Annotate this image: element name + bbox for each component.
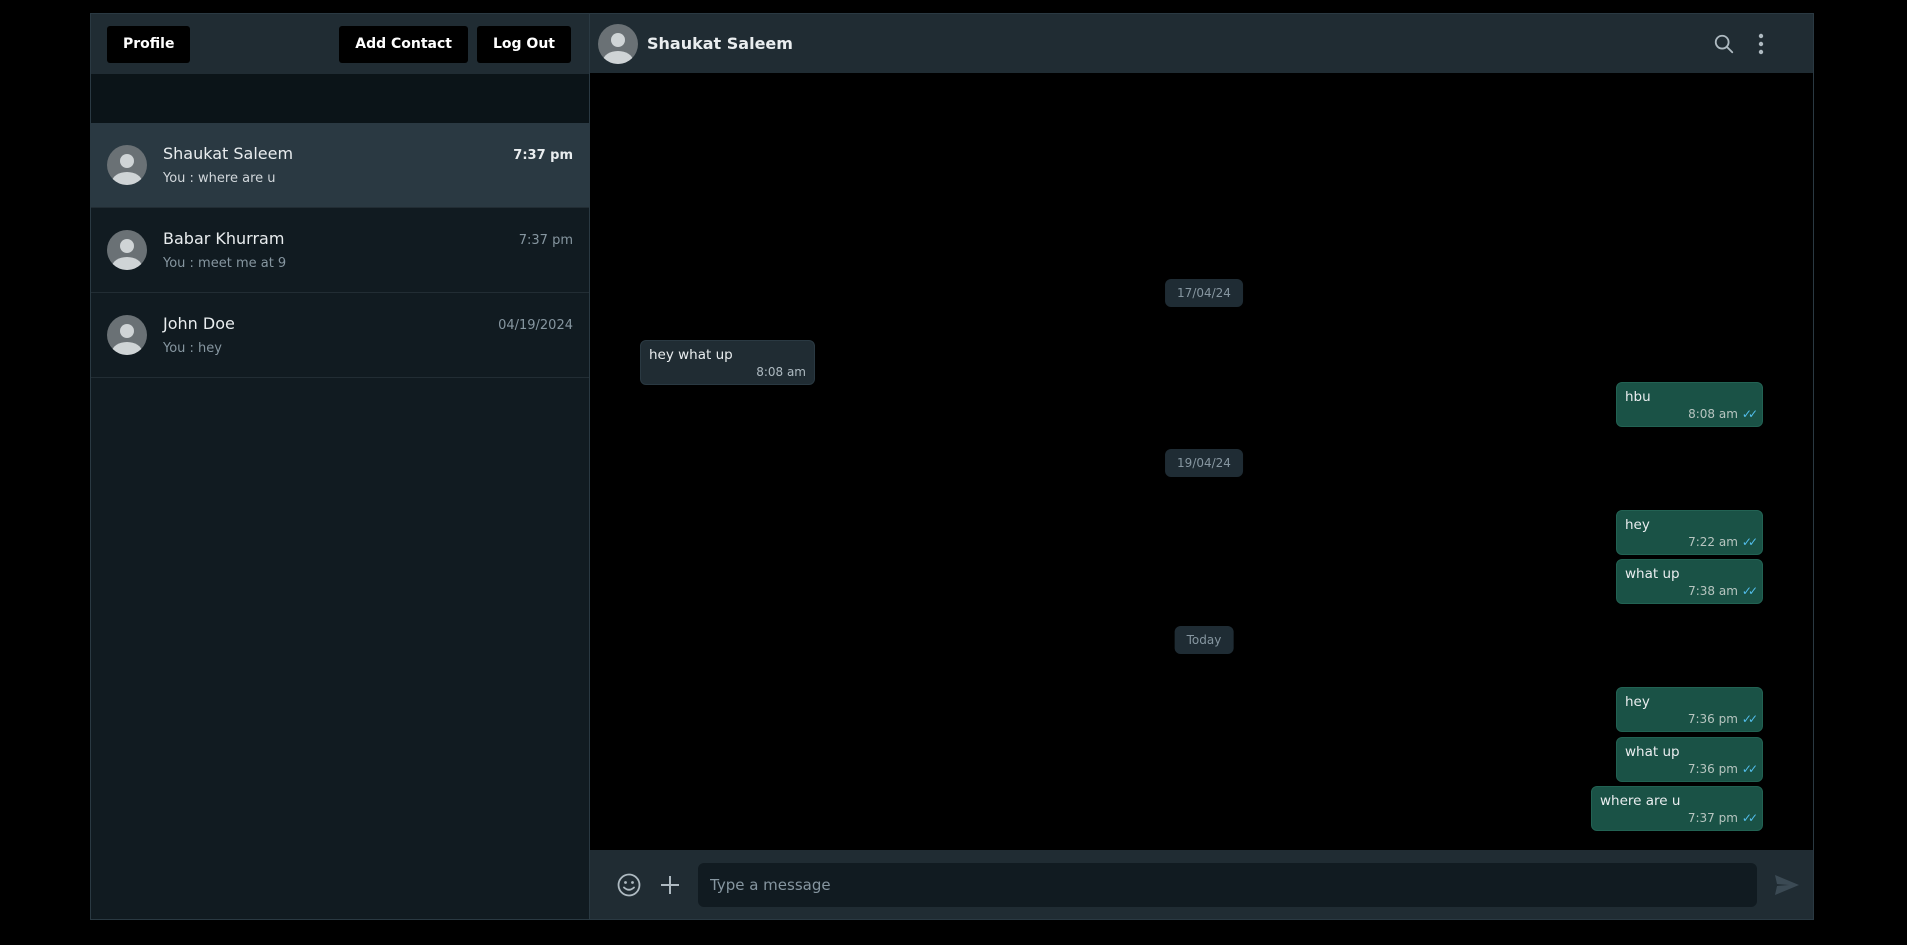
emoji-icon[interactable]: [616, 872, 642, 898]
contact-time: 7:37 pm: [513, 148, 573, 163]
sidebar-header: Profile Add Contact Log Out: [91, 14, 589, 74]
message-area: 17/04/24 hey what up 8:08 am hbu 8:08 am…: [590, 73, 1813, 850]
message-time: 7:36 pm: [1687, 712, 1738, 726]
message-time: 7:38 am: [1688, 584, 1738, 598]
contact-preview: You : hey: [163, 341, 222, 356]
contact-name: Babar Khurram: [163, 229, 285, 248]
double-check-icon: ✓✓: [1741, 811, 1758, 825]
message-time: 8:08 am: [756, 365, 806, 379]
profile-button[interactable]: Profile: [107, 25, 191, 63]
message-text: hey: [1625, 517, 1650, 533]
message-text: what up: [1625, 566, 1680, 582]
message-text: hey: [1625, 694, 1650, 710]
sidebar-search-bar: [91, 74, 589, 123]
message-outgoing: what up 7:38 am ✓✓: [1616, 559, 1763, 604]
contact-preview: You : meet me at 9: [163, 256, 287, 271]
avatar[interactable]: [598, 23, 638, 64]
message-text: what up: [1625, 744, 1680, 760]
avatar: [107, 145, 147, 185]
contact-list: Shaukat Saleem 7:37 pm You : where are u…: [91, 123, 589, 919]
date-separator: 19/04/24: [1165, 449, 1243, 477]
message-outgoing: hbu 8:08 am ✓✓: [1616, 382, 1763, 427]
chat-panel: Shaukat Saleem 17/04/24 hey what up 8:08…: [590, 14, 1813, 919]
message-time: 8:08 am: [1688, 407, 1738, 421]
date-separator: Today: [1174, 626, 1234, 654]
logout-button[interactable]: Log Out: [477, 25, 571, 63]
date-separator: 17/04/24: [1165, 279, 1243, 307]
contact-item[interactable]: John Doe 04/19/2024 You : hey: [91, 293, 589, 378]
chat-app: Profile Add Contact Log Out Shaukat Sale…: [90, 13, 1814, 920]
double-check-icon: ✓✓: [1741, 712, 1758, 726]
contact-time: 7:37 pm: [518, 233, 573, 248]
message-outgoing: hey 7:36 pm ✓✓: [1616, 687, 1763, 732]
sidebar: Profile Add Contact Log Out Shaukat Sale…: [91, 14, 590, 919]
more-vertical-icon[interactable]: [1757, 33, 1765, 55]
contact-item[interactable]: Shaukat Saleem 7:37 pm You : where are u: [91, 123, 589, 208]
send-icon[interactable]: [1773, 873, 1801, 897]
message-time: 7:36 pm: [1687, 762, 1738, 776]
message-text: hey what up: [649, 347, 733, 363]
message-outgoing: hey 7:22 am ✓✓: [1616, 510, 1763, 555]
message-outgoing: what up 7:36 pm ✓✓: [1616, 737, 1763, 782]
double-check-icon: ✓✓: [1741, 762, 1758, 776]
message-incoming: hey what up 8:08 am: [640, 340, 815, 385]
message-input[interactable]: [698, 862, 1757, 907]
double-check-icon: ✓✓: [1741, 407, 1758, 421]
chat-title: Shaukat Saleem: [647, 34, 793, 53]
chat-header: Shaukat Saleem: [590, 14, 1813, 73]
message-composer: [590, 850, 1813, 919]
avatar: [107, 230, 147, 270]
contact-preview: You : where are u: [163, 171, 276, 186]
message-text: where are u: [1600, 793, 1681, 809]
message-time: 7:22 am: [1688, 535, 1738, 549]
avatar: [107, 315, 147, 355]
double-check-icon: ✓✓: [1741, 535, 1758, 549]
message-outgoing: where are u 7:37 pm ✓✓: [1591, 786, 1763, 831]
double-check-icon: ✓✓: [1741, 584, 1758, 598]
contact-name: Shaukat Saleem: [163, 144, 294, 163]
contact-time: 04/19/2024: [498, 318, 573, 333]
contact-item[interactable]: Babar Khurram 7:37 pm You : meet me at 9: [91, 208, 589, 293]
search-icon[interactable]: [1713, 33, 1735, 55]
plus-icon[interactable]: [658, 873, 682, 897]
contact-name: John Doe: [163, 314, 235, 333]
add-contact-button[interactable]: Add Contact: [339, 25, 468, 63]
message-time: 7:37 pm: [1687, 811, 1738, 825]
message-text: hbu: [1625, 389, 1651, 405]
